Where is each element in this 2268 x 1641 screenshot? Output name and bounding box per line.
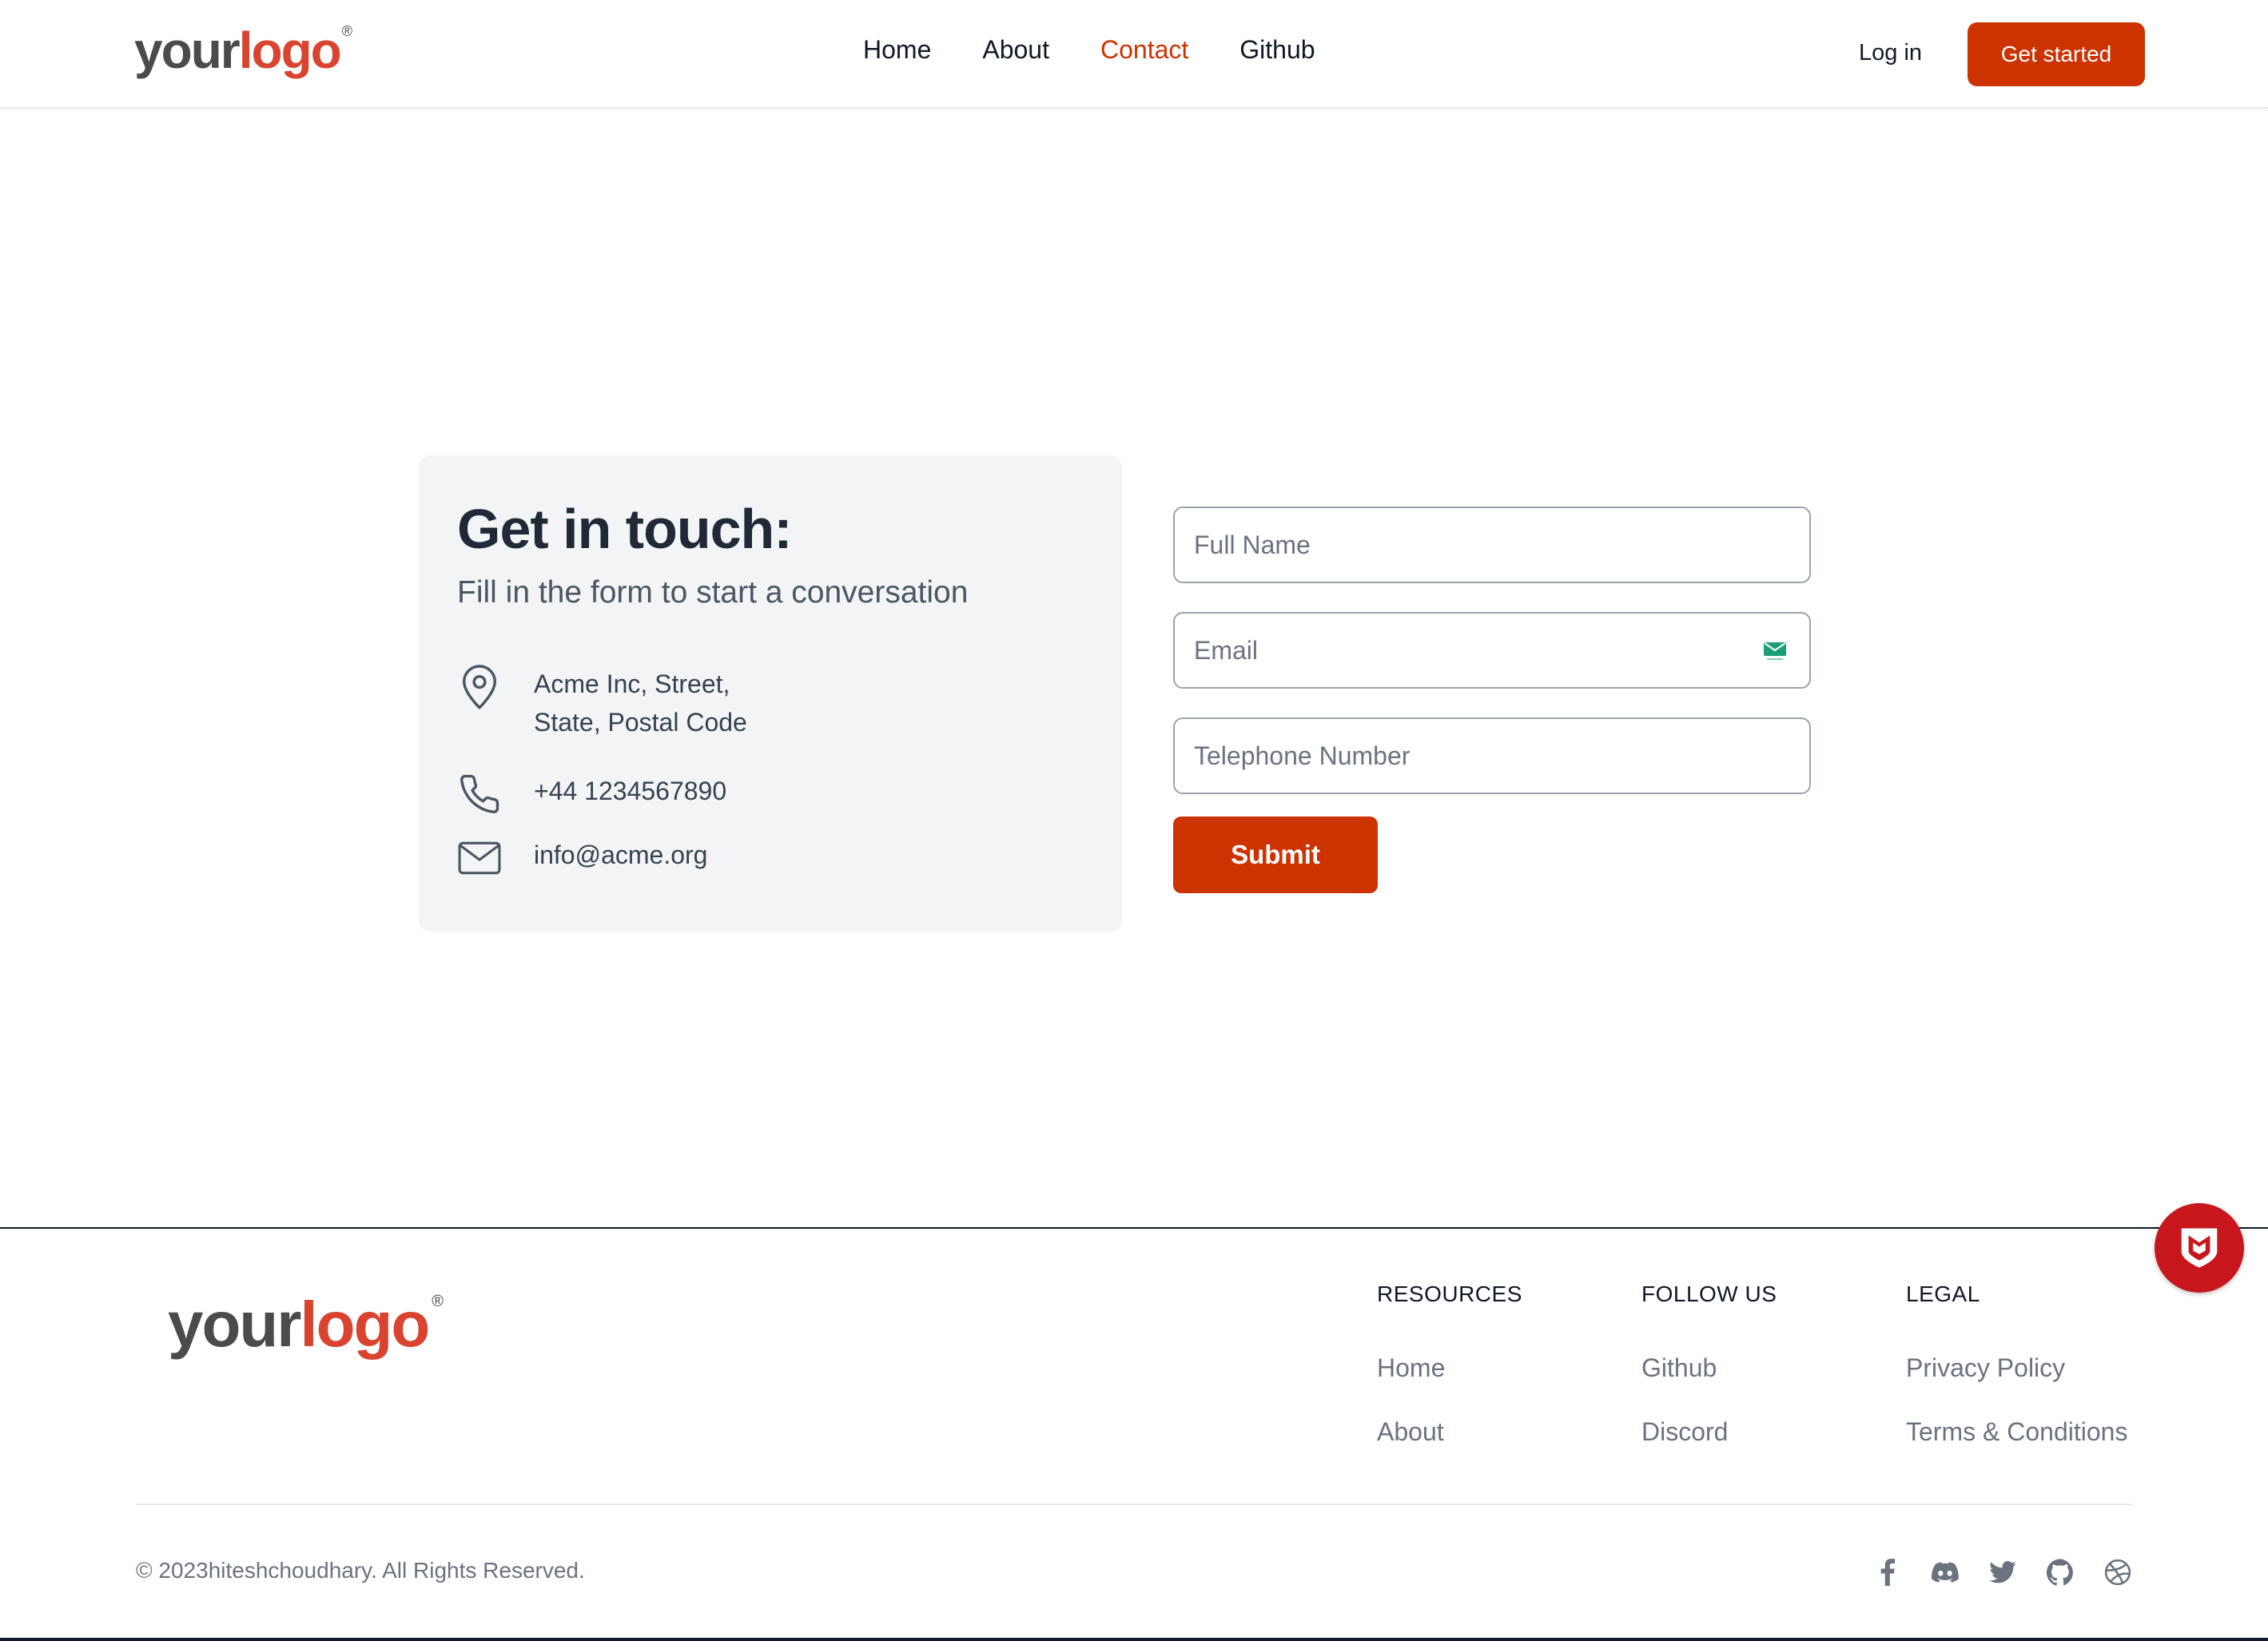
footer-column-legal: LEGAL Privacy Policy Terms & Conditions: [1906, 1281, 2127, 1446]
site-header: your logo ® Home About Contact Github Lo…: [0, 0, 2268, 109]
contact-subtitle: Fill in the form to start a conversation: [457, 575, 969, 610]
footer-logo[interactable]: your logo ®: [168, 1288, 444, 1361]
logo-word-logo: logo: [238, 22, 342, 79]
email-row: info@acme.org: [457, 836, 707, 880]
contact-title: Get in touch:: [457, 498, 793, 560]
nav-contact[interactable]: Contact: [1100, 35, 1188, 65]
header-logo[interactable]: your logo ®: [134, 21, 352, 80]
email-text: info@acme.org: [534, 840, 708, 869]
telephone-input[interactable]: [1173, 717, 1811, 794]
phone-row: +44 1234567890: [457, 772, 726, 817]
login-link[interactable]: Log in: [1859, 40, 1922, 66]
logo-word-logo: logo: [300, 1289, 430, 1360]
phone-text: +44 1234567890: [534, 777, 727, 805]
security-shield-icon[interactable]: [2155, 1203, 2244, 1293]
phone-icon: [457, 772, 502, 817]
footer-column-resources: RESOURCES Home About: [1377, 1281, 1522, 1446]
logo-word-your: your: [134, 22, 241, 79]
discord-icon[interactable]: [1931, 1558, 1960, 1587]
footer-link-discord[interactable]: Discord: [1641, 1417, 1728, 1447]
address-line2: State, Postal Code: [534, 708, 747, 737]
dribbble-icon[interactable]: [2103, 1558, 2132, 1587]
twitter-icon[interactable]: [1988, 1558, 2017, 1587]
page-bottom-border: [0, 1638, 2268, 1641]
main-nav: Home About Contact Github: [863, 35, 1367, 65]
logo-registered-mark: ®: [432, 1293, 444, 1310]
email-input[interactable]: [1173, 612, 1811, 689]
submit-button[interactable]: Submit: [1173, 817, 1378, 893]
get-started-button[interactable]: Get started: [1968, 22, 2145, 86]
map-pin-icon: [457, 665, 502, 709]
copyright-text: © 2023hiteshchoudhary. All Rights Reserv…: [136, 1558, 585, 1583]
logo-registered-mark: ®: [341, 23, 353, 39]
footer-link-terms[interactable]: Terms & Conditions: [1906, 1417, 2127, 1447]
contact-info-card: Get in touch: Fill in the form to start …: [419, 455, 1122, 932]
address-text: Acme Inc, Street, State, Postal Code: [534, 665, 747, 741]
footer-link-github[interactable]: Github: [1641, 1353, 1717, 1383]
facebook-icon[interactable]: [1873, 1558, 1902, 1587]
nav-home[interactable]: Home: [863, 35, 931, 65]
address-line1: Acme Inc, Street,: [534, 670, 730, 698]
footer-link-privacy-policy[interactable]: Privacy Policy: [1906, 1353, 2065, 1383]
footer-divider: [136, 1504, 2132, 1505]
nav-github[interactable]: Github: [1239, 35, 1315, 65]
full-name-input[interactable]: [1173, 507, 1811, 583]
footer-heading-legal: LEGAL: [1906, 1281, 1980, 1306]
footer-heading-resources: RESOURCES: [1377, 1281, 1522, 1306]
footer-link-home[interactable]: Home: [1377, 1353, 1445, 1383]
email-autofill-icon[interactable]: [1762, 641, 1788, 662]
footer-heading-follow-us: FOLLOW US: [1641, 1281, 1777, 1306]
mail-icon: [457, 836, 502, 880]
logo-word-your: your: [168, 1289, 301, 1360]
address-row: Acme Inc, Street, State, Postal Code: [457, 665, 747, 741]
footer-link-about[interactable]: About: [1377, 1417, 1444, 1447]
footer-top-border: [0, 1227, 2268, 1229]
nav-about[interactable]: About: [982, 35, 1049, 65]
footer-column-follow-us: FOLLOW US Github Discord: [1641, 1281, 1777, 1446]
github-icon[interactable]: [2046, 1558, 2075, 1587]
